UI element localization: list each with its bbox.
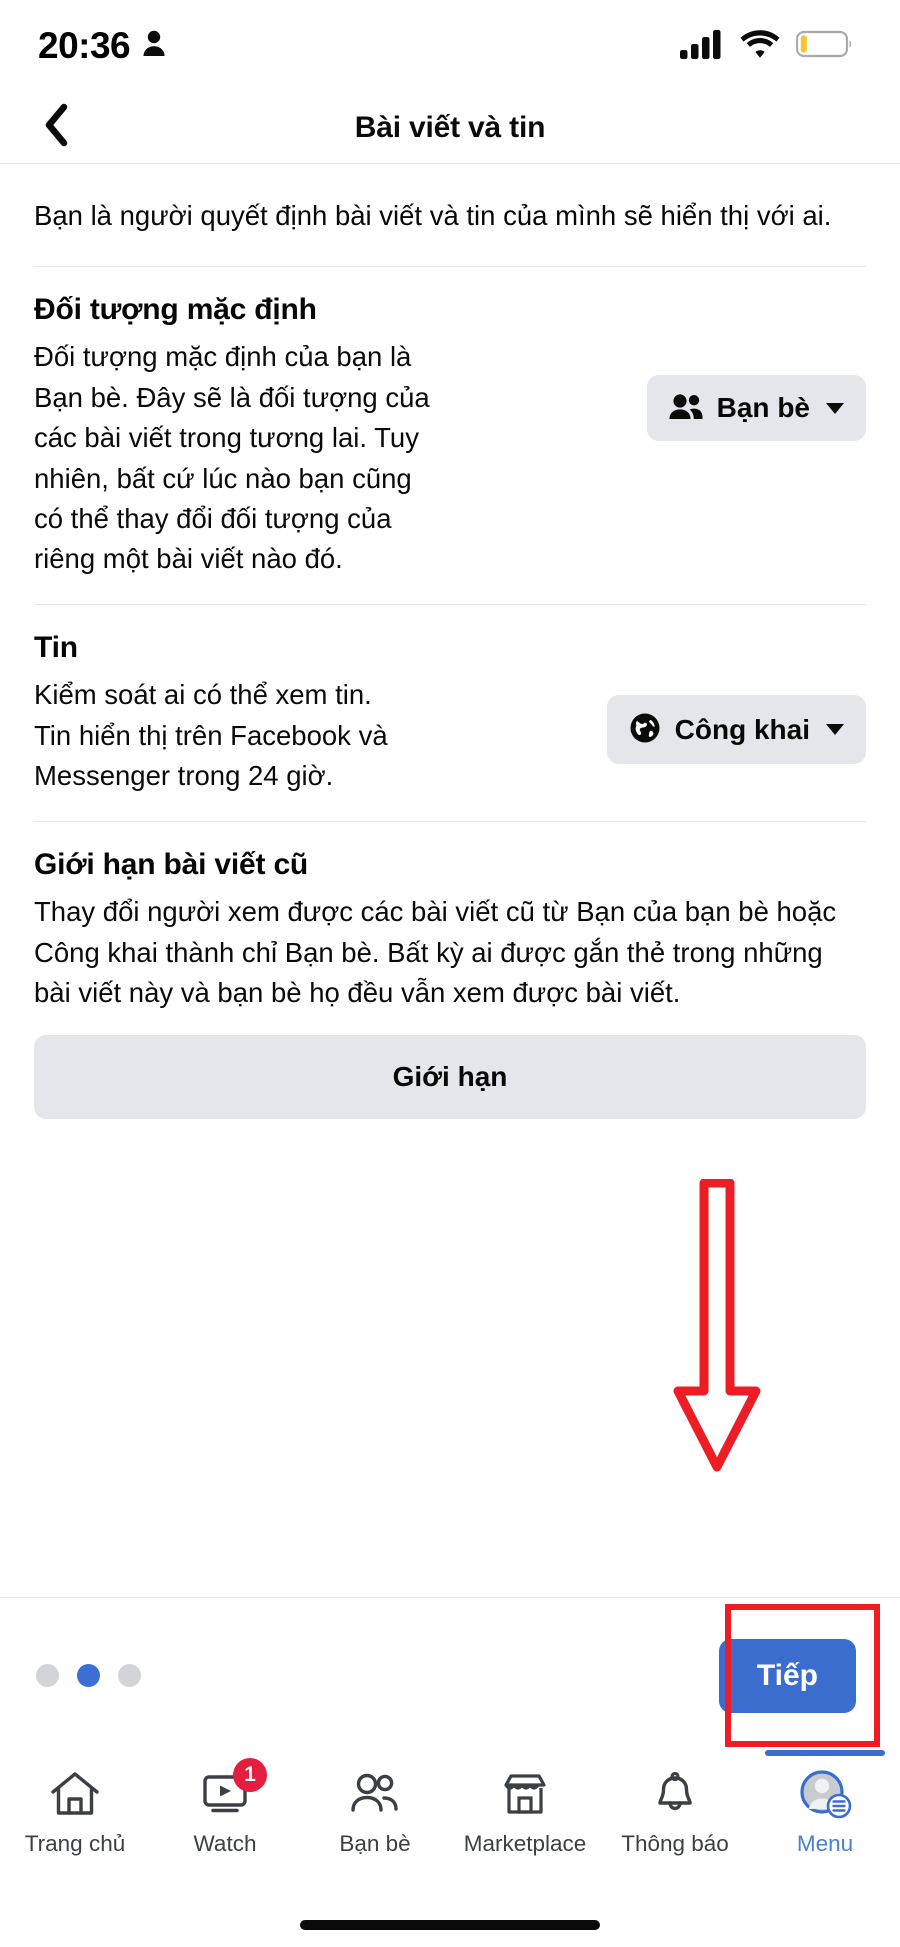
section-description: Đối tượng mặc định của bạn là Bạn bè. Đâ…	[34, 341, 430, 575]
cellular-signal-icon	[680, 29, 724, 64]
tab-marketplace[interactable]: Marketplace	[450, 1769, 600, 1857]
section-stories: Tin Kiểm soát ai có thể xem tin. Tin hiể…	[34, 605, 866, 820]
wizard-footer: Tiếp	[0, 1597, 900, 1753]
chevron-down-icon	[826, 402, 844, 414]
friends-icon	[669, 393, 703, 424]
section-row: Đối tượng mặc định của bạn là Bạn bè. Đâ…	[34, 337, 866, 580]
limit-button[interactable]: Giới hạn	[34, 1035, 866, 1120]
pagination-dots	[36, 1664, 141, 1687]
section-row: Kiểm soát ai có thể xem tin. Tin hiển th…	[34, 675, 866, 796]
section-default-audience: Đối tượng mặc định Đối tượng mặc định củ…	[34, 267, 866, 604]
home-icon	[48, 1769, 102, 1819]
tab-home[interactable]: Trang chủ	[0, 1769, 150, 1857]
back-button[interactable]	[28, 100, 84, 156]
tab-watch[interactable]: 1 Watch	[150, 1758, 300, 1857]
section-title: Giới hạn bài viết cũ	[34, 848, 309, 882]
section-title: Đối tượng mặc định	[34, 293, 317, 327]
bell-icon	[648, 1769, 702, 1819]
chevron-down-icon	[826, 724, 844, 736]
pagination-dot[interactable]	[36, 1664, 59, 1687]
back-chevron-icon	[43, 103, 69, 152]
phone-screen: 20:36 Bài viết và tin Bạn là người quyết…	[0, 0, 900, 1947]
menu-avatar-icon	[798, 1769, 852, 1819]
stories-audience-dropdown[interactable]: Công khai	[606, 695, 866, 765]
dropdown-label: Công khai	[674, 713, 810, 745]
friends-icon	[348, 1769, 402, 1819]
status-bar-right	[680, 29, 854, 64]
tab-friends[interactable]: Bạn bè	[300, 1769, 450, 1857]
default-audience-dropdown[interactable]: Bạn bè	[646, 375, 866, 442]
section-title: Tin	[34, 631, 78, 665]
status-bar-left: 20:36	[38, 25, 166, 67]
section-description: Thay đổi người xem được các bài viết cũ …	[34, 896, 837, 1009]
home-indicator[interactable]	[300, 1920, 600, 1930]
status-bar: 20:36	[0, 0, 900, 92]
tab-label: Thông báo	[621, 1831, 729, 1856]
dropdown-label: Bạn bè	[716, 392, 810, 424]
intro-text: Bạn là người quyết định bài viết và tin …	[34, 200, 832, 231]
bottom-navigation: Trang chủ 1 Watch Bạn bè Marketplace Thô…	[0, 1750, 900, 1903]
marketplace-icon	[498, 1769, 552, 1819]
tab-label: Trang chủ	[24, 1831, 126, 1856]
battery-low-icon	[795, 29, 854, 64]
red-down-arrow	[652, 1178, 782, 1474]
tab-label: Bạn bè	[339, 1831, 411, 1856]
settings-content: Bạn là người quyết định bài viết và tin …	[0, 164, 900, 1597]
page-header: Bài viết và tin	[0, 92, 900, 164]
wifi-icon	[740, 29, 780, 64]
home-indicator-area	[0, 1903, 900, 1947]
next-button[interactable]: Tiếp	[718, 1638, 856, 1713]
globe-icon	[629, 712, 661, 747]
tab-label: Menu	[796, 1831, 854, 1856]
tab-notifications[interactable]: Thông báo	[600, 1769, 750, 1857]
person-icon	[142, 29, 166, 64]
tab-label: Marketplace	[463, 1831, 587, 1856]
notification-badge: 1	[233, 1758, 267, 1792]
pagination-dot[interactable]	[118, 1664, 141, 1687]
active-tab-indicator	[765, 1750, 885, 1756]
watch-icon: 1	[198, 1758, 267, 1819]
tab-label: Watch	[193, 1831, 257, 1856]
section-limit-past-posts: Giới hạn bài viết cũ Thay đổi người xem …	[34, 822, 866, 1143]
pagination-dot-active[interactable]	[77, 1664, 100, 1687]
page-title: Bài viết và tin	[354, 110, 546, 144]
status-bar-clock: 20:36	[38, 25, 131, 66]
section-description: Kiểm soát ai có thể xem tin. Tin hiển th…	[34, 679, 388, 792]
tab-menu[interactable]: Menu	[750, 1750, 900, 1857]
